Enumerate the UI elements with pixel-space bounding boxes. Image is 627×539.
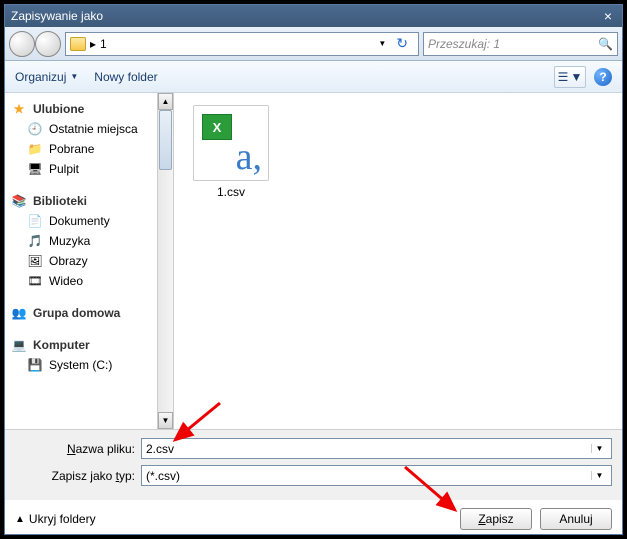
address-path: 1 — [100, 37, 374, 51]
chevron-up-icon: ▲ — [15, 514, 25, 525]
sidebar-item-videos[interactable]: 🎞Wideo — [5, 271, 157, 291]
chevron-down-icon: ▼ — [70, 72, 78, 81]
address-bar[interactable]: ▸ 1 ▼ ↻ — [65, 32, 419, 56]
organize-button[interactable]: Organizuj ▼ — [15, 70, 78, 84]
drive-icon: 💾 — [27, 357, 43, 373]
sidebar-scrollbar[interactable]: ▲ ▼ — [157, 93, 174, 429]
cancel-button[interactable]: Anuluj — [540, 508, 612, 530]
sidebar-item-system-c[interactable]: 💾System (C:) — [5, 355, 157, 375]
nav-row: ▸ 1 ▼ ↻ Przeszukaj: 1 🔍 — [5, 27, 622, 61]
scroll-thumb[interactable] — [159, 110, 172, 170]
sidebar-favorites[interactable]: ★Ulubione — [5, 99, 157, 119]
save-fields: Nazwa pliku: ▼ Zapisz jako typ: (*.csv) … — [5, 429, 622, 500]
dialog-actions: ▲ Ukryj foldery Zapisz Anuluj — [5, 500, 622, 534]
file-list[interactable]: X a, 1.csv — [174, 93, 622, 429]
scroll-up-icon[interactable]: ▲ — [158, 93, 173, 110]
sidebar-item-music[interactable]: 🎵Muzyka — [5, 231, 157, 251]
save-as-dialog: Zapisywanie jako × ▸ 1 ▼ ↻ Przeszukaj: 1… — [4, 4, 623, 535]
sidebar-item-pictures[interactable]: 🖼Obrazy — [5, 251, 157, 271]
filename-input[interactable]: ▼ — [141, 438, 612, 459]
dropdown-icon[interactable]: ▼ — [591, 444, 607, 453]
sidebar-item-desktop[interactable]: 🖥Pulpit — [5, 159, 157, 179]
refresh-icon[interactable]: ↻ — [390, 35, 414, 52]
sidebar-libraries[interactable]: 📚Biblioteki — [5, 191, 157, 211]
hide-folders-button[interactable]: ▲ Ukryj foldery — [15, 512, 96, 526]
sidebar-item-recent[interactable]: 🕘Ostatnie miejsca — [5, 119, 157, 139]
library-icon: 📚 — [11, 193, 27, 209]
filename-label: Nazwa pliku: — [15, 442, 135, 456]
folder-icon — [70, 37, 86, 51]
search-placeholder: Przeszukaj: 1 — [428, 37, 500, 51]
scroll-down-icon[interactable]: ▼ — [158, 412, 173, 429]
filename-value[interactable] — [146, 442, 591, 456]
dropdown-icon[interactable]: ▼ — [378, 39, 386, 48]
dropdown-icon[interactable]: ▼ — [591, 471, 607, 480]
filetype-value: (*.csv) — [146, 469, 591, 483]
video-icon: 🎞 — [27, 273, 43, 289]
help-button[interactable]: ? — [594, 68, 612, 86]
document-icon: 📄 — [27, 213, 43, 229]
computer-icon: 💻 — [11, 337, 27, 353]
music-icon: 🎵 — [27, 233, 43, 249]
homegroup-icon: 👥 — [11, 305, 27, 321]
sidebar-homegroup[interactable]: 👥Grupa domowa — [5, 303, 157, 323]
view-icon: ☰ — [558, 70, 569, 84]
close-icon[interactable]: × — [600, 8, 616, 24]
csv-file-icon: X a, — [193, 105, 269, 181]
back-button[interactable] — [9, 31, 35, 57]
filetype-select[interactable]: (*.csv) ▼ — [141, 465, 612, 486]
desktop-icon: 🖥 — [27, 161, 43, 177]
star-icon: ★ — [11, 101, 27, 117]
titlebar[interactable]: Zapisywanie jako × — [5, 5, 622, 27]
address-chevron: ▸ — [90, 37, 96, 51]
toolbar: Organizuj ▼ Nowy folder ☰ ▼ ? — [5, 61, 622, 93]
window-title: Zapisywanie jako — [11, 9, 600, 23]
save-button[interactable]: Zapisz — [460, 508, 532, 530]
file-item[interactable]: X a, 1.csv — [186, 105, 276, 199]
recent-icon: 🕘 — [27, 121, 43, 137]
forward-button[interactable] — [35, 31, 61, 57]
new-folder-button[interactable]: Nowy folder — [94, 70, 157, 84]
picture-icon: 🖼 — [27, 253, 43, 269]
sidebar: ★Ulubione 🕘Ostatnie miejsca 📁Pobrane 🖥Pu… — [5, 93, 157, 429]
sidebar-item-downloads[interactable]: 📁Pobrane — [5, 139, 157, 159]
view-options-button[interactable]: ☰ ▼ — [554, 66, 586, 88]
search-icon[interactable]: 🔍 — [598, 37, 613, 51]
search-input[interactable]: Przeszukaj: 1 🔍 — [423, 32, 618, 56]
filetype-label: Zapisz jako typ: — [15, 469, 135, 483]
folder-icon: 📁 — [27, 141, 43, 157]
chevron-down-icon: ▼ — [570, 70, 582, 84]
sidebar-computer[interactable]: 💻Komputer — [5, 335, 157, 355]
sidebar-item-documents[interactable]: 📄Dokumenty — [5, 211, 157, 231]
file-name: 1.csv — [186, 185, 276, 199]
